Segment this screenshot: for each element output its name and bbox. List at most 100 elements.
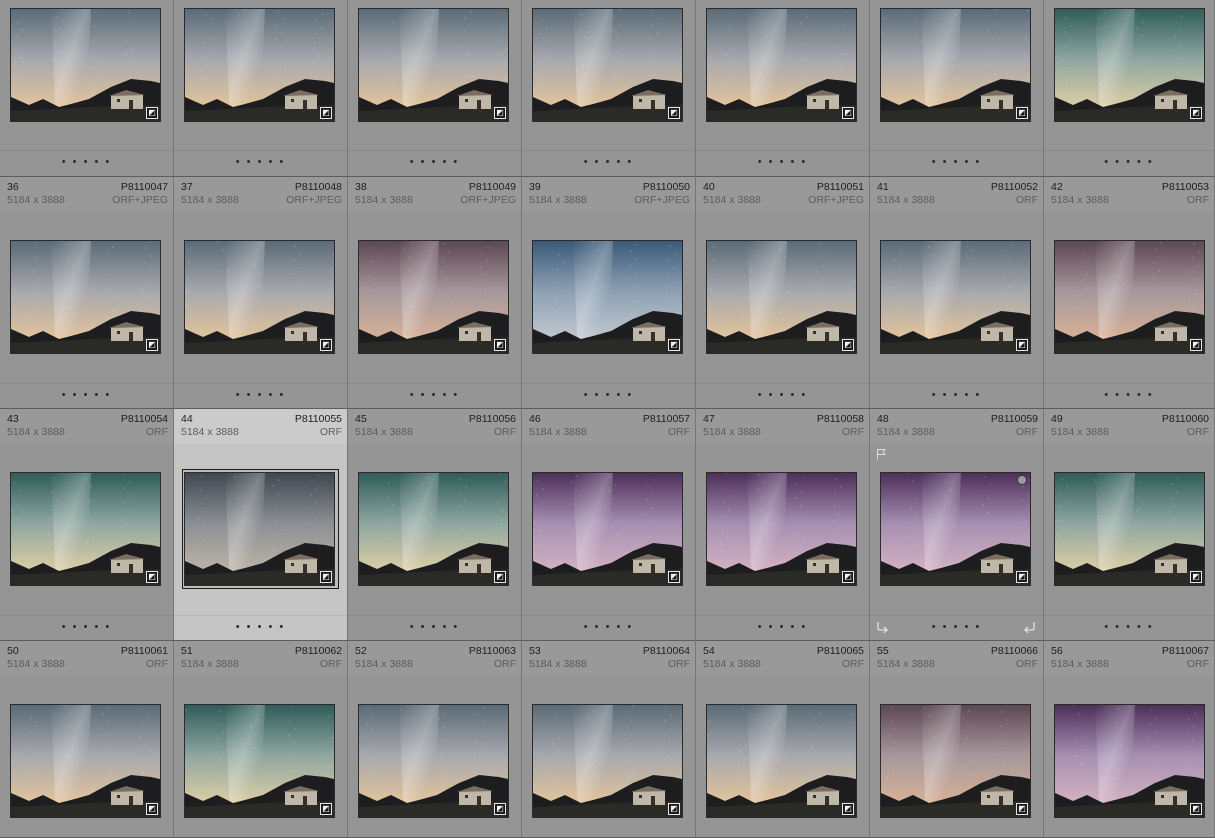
rotate-right-icon[interactable] bbox=[1022, 620, 1036, 634]
star-rating[interactable]: • • • • • bbox=[0, 622, 173, 635]
photo-thumbnail[interactable]: ◩ bbox=[880, 704, 1031, 818]
photo-cell-45[interactable]: 45 P8110056 5184 x 3888 ORF ◩ • • • • • bbox=[348, 409, 522, 641]
photo-thumbnail[interactable]: ◩ bbox=[880, 240, 1031, 354]
star-rating[interactable]: • • • • • bbox=[174, 157, 347, 170]
develop-adjustment-icon[interactable]: ◩ bbox=[1016, 339, 1028, 351]
develop-adjustment-icon[interactable]: ◩ bbox=[1190, 107, 1202, 119]
photo-cell[interactable]: ◩ • • • • • bbox=[1044, 0, 1215, 177]
star-rating[interactable]: • • • • • bbox=[0, 390, 173, 403]
star-rating[interactable]: • • • • • bbox=[174, 390, 347, 403]
star-rating[interactable]: • • • • • bbox=[696, 157, 869, 170]
photo-thumbnail[interactable]: ◩ bbox=[10, 704, 161, 818]
star-rating[interactable]: • • • • • bbox=[174, 622, 347, 635]
photo-thumbnail[interactable]: ◩ bbox=[358, 472, 509, 586]
photo-thumbnail[interactable]: ◩ bbox=[358, 8, 509, 122]
develop-adjustment-icon[interactable]: ◩ bbox=[146, 803, 158, 815]
photo-thumbnail[interactable]: ◩ bbox=[10, 8, 161, 122]
develop-adjustment-icon[interactable]: ◩ bbox=[320, 339, 332, 351]
develop-adjustment-icon[interactable]: ◩ bbox=[1190, 571, 1202, 583]
star-rating[interactable]: • • • • • bbox=[696, 622, 869, 635]
photo-cell-48[interactable]: 48 P8110059 5184 x 3888 ORF ◩ • • • • • bbox=[870, 409, 1044, 641]
develop-adjustment-icon[interactable]: ◩ bbox=[1190, 339, 1202, 351]
photo-thumbnail[interactable]: ◩ bbox=[1054, 704, 1205, 818]
star-rating[interactable]: • • • • • bbox=[1044, 157, 1214, 170]
develop-adjustment-icon[interactable]: ◩ bbox=[494, 571, 506, 583]
develop-adjustment-icon[interactable]: ◩ bbox=[1016, 107, 1028, 119]
develop-adjustment-icon[interactable]: ◩ bbox=[668, 339, 680, 351]
photo-cell[interactable]: ◩ • • • • • bbox=[870, 0, 1044, 177]
photo-cell-40[interactable]: 40 P8110051 5184 x 3888 ORF+JPEG ◩ • • • • • bbox=[696, 177, 870, 409]
star-rating[interactable]: • • • • • bbox=[870, 157, 1043, 170]
photo-cell-52[interactable]: 52 P8110063 5184 x 3888 ORF ◩ bbox=[348, 641, 522, 838]
photo-thumbnail[interactable]: ◩ bbox=[532, 472, 683, 586]
develop-adjustment-icon[interactable]: ◩ bbox=[146, 107, 158, 119]
photo-cell-43[interactable]: 43 P8110054 5184 x 3888 ORF ◩ • • • • • bbox=[0, 409, 174, 641]
develop-adjustment-icon[interactable]: ◩ bbox=[146, 571, 158, 583]
develop-adjustment-icon[interactable]: ◩ bbox=[494, 339, 506, 351]
photo-cell-39[interactable]: 39 P8110050 5184 x 3888 ORF+JPEG ◩ • • • • • bbox=[522, 177, 696, 409]
photo-cell[interactable]: ◩ • • • • • bbox=[696, 0, 870, 177]
photo-cell-47[interactable]: 47 P8110058 5184 x 3888 ORF ◩ • • • • • bbox=[696, 409, 870, 641]
develop-adjustment-icon[interactable]: ◩ bbox=[668, 803, 680, 815]
develop-adjustment-icon[interactable]: ◩ bbox=[668, 571, 680, 583]
photo-thumbnail[interactable]: ◩ bbox=[706, 472, 857, 586]
star-rating[interactable]: • • • • • bbox=[348, 390, 521, 403]
photo-cell-42[interactable]: 42 P8110053 5184 x 3888 ORF ◩ • • • • • bbox=[1044, 177, 1215, 409]
star-rating[interactable]: • • • • • bbox=[522, 390, 695, 403]
photo-thumbnail[interactable]: ◩ bbox=[184, 8, 335, 122]
rotate-left-icon[interactable] bbox=[876, 620, 890, 634]
photo-cell[interactable]: ◩ • • • • • bbox=[522, 0, 696, 177]
photo-cell-36[interactable]: 36 P8110047 5184 x 3888 ORF+JPEG ◩ • • • • • bbox=[0, 177, 174, 409]
star-rating[interactable]: • • • • • bbox=[348, 622, 521, 635]
develop-adjustment-icon[interactable]: ◩ bbox=[842, 339, 854, 351]
photo-thumbnail[interactable]: ◩ bbox=[1054, 8, 1205, 122]
star-rating[interactable]: • • • • • bbox=[522, 622, 695, 635]
photo-cell-53[interactable]: 53 P8110064 5184 x 3888 ORF ◩ bbox=[522, 641, 696, 838]
develop-adjustment-icon[interactable]: ◩ bbox=[1190, 803, 1202, 815]
photo-thumbnail[interactable]: ◩ bbox=[358, 704, 509, 818]
photo-thumbnail[interactable]: ◩ bbox=[358, 240, 509, 354]
photo-cell-41[interactable]: 41 P8110052 5184 x 3888 ORF ◩ • • • • • bbox=[870, 177, 1044, 409]
photo-cell[interactable]: ◩ • • • • • bbox=[348, 0, 522, 177]
develop-adjustment-icon[interactable]: ◩ bbox=[668, 107, 680, 119]
quick-collection-icon[interactable] bbox=[1017, 475, 1027, 485]
photo-thumbnail[interactable]: ◩ bbox=[1054, 472, 1205, 586]
star-rating[interactable]: • • • • • bbox=[522, 157, 695, 170]
develop-adjustment-icon[interactable]: ◩ bbox=[1016, 571, 1028, 583]
star-rating[interactable]: • • • • • bbox=[870, 390, 1043, 403]
develop-adjustment-icon[interactable]: ◩ bbox=[842, 803, 854, 815]
photo-cell-46[interactable]: 46 P8110057 5184 x 3888 ORF ◩ • • • • • bbox=[522, 409, 696, 641]
photo-cell-44[interactable]: 44 P8110055 5184 x 3888 ORF ◩ • • • • • bbox=[174, 409, 348, 641]
photo-thumbnail[interactable]: ◩ bbox=[706, 704, 857, 818]
photo-thumbnail[interactable]: ◩ bbox=[532, 8, 683, 122]
photo-thumbnail[interactable]: ◩ bbox=[532, 704, 683, 818]
develop-adjustment-icon[interactable]: ◩ bbox=[494, 107, 506, 119]
develop-adjustment-icon[interactable]: ◩ bbox=[320, 803, 332, 815]
star-rating[interactable]: • • • • • bbox=[696, 390, 869, 403]
star-rating[interactable]: • • • • • bbox=[1044, 390, 1214, 403]
develop-adjustment-icon[interactable]: ◩ bbox=[146, 339, 158, 351]
photo-thumbnail[interactable]: ◩ bbox=[706, 240, 857, 354]
photo-thumbnail[interactable]: ◩ bbox=[880, 8, 1031, 122]
photo-thumbnail[interactable]: ◩ bbox=[184, 240, 335, 354]
photo-thumbnail[interactable]: ◩ bbox=[706, 8, 857, 122]
photo-cell-37[interactable]: 37 P8110048 5184 x 3888 ORF+JPEG ◩ • • • • • bbox=[174, 177, 348, 409]
develop-adjustment-icon[interactable]: ◩ bbox=[320, 571, 332, 583]
star-rating[interactable]: • • • • • bbox=[348, 157, 521, 170]
photo-thumbnail[interactable]: ◩ bbox=[184, 472, 335, 586]
star-rating[interactable]: • • • • • bbox=[1044, 622, 1214, 635]
photo-cell-56[interactable]: 56 P8110067 5184 x 3888 ORF ◩ bbox=[1044, 641, 1215, 838]
photo-cell[interactable]: ◩ • • • • • bbox=[0, 0, 174, 177]
photo-cell-54[interactable]: 54 P8110065 5184 x 3888 ORF ◩ bbox=[696, 641, 870, 838]
star-rating[interactable]: • • • • • bbox=[870, 622, 1043, 635]
flag-icon[interactable] bbox=[876, 447, 887, 460]
photo-thumbnail[interactable]: ◩ bbox=[880, 472, 1031, 586]
photo-cell-50[interactable]: 50 P8110061 5184 x 3888 ORF ◩ bbox=[0, 641, 174, 838]
photo-thumbnail[interactable]: ◩ bbox=[184, 704, 335, 818]
star-rating[interactable]: • • • • • bbox=[0, 157, 173, 170]
photo-thumbnail[interactable]: ◩ bbox=[1054, 240, 1205, 354]
develop-adjustment-icon[interactable]: ◩ bbox=[842, 107, 854, 119]
photo-cell-49[interactable]: 49 P8110060 5184 x 3888 ORF ◩ • • • • • bbox=[1044, 409, 1215, 641]
photo-cell[interactable]: ◩ • • • • • bbox=[174, 0, 348, 177]
develop-adjustment-icon[interactable]: ◩ bbox=[842, 571, 854, 583]
